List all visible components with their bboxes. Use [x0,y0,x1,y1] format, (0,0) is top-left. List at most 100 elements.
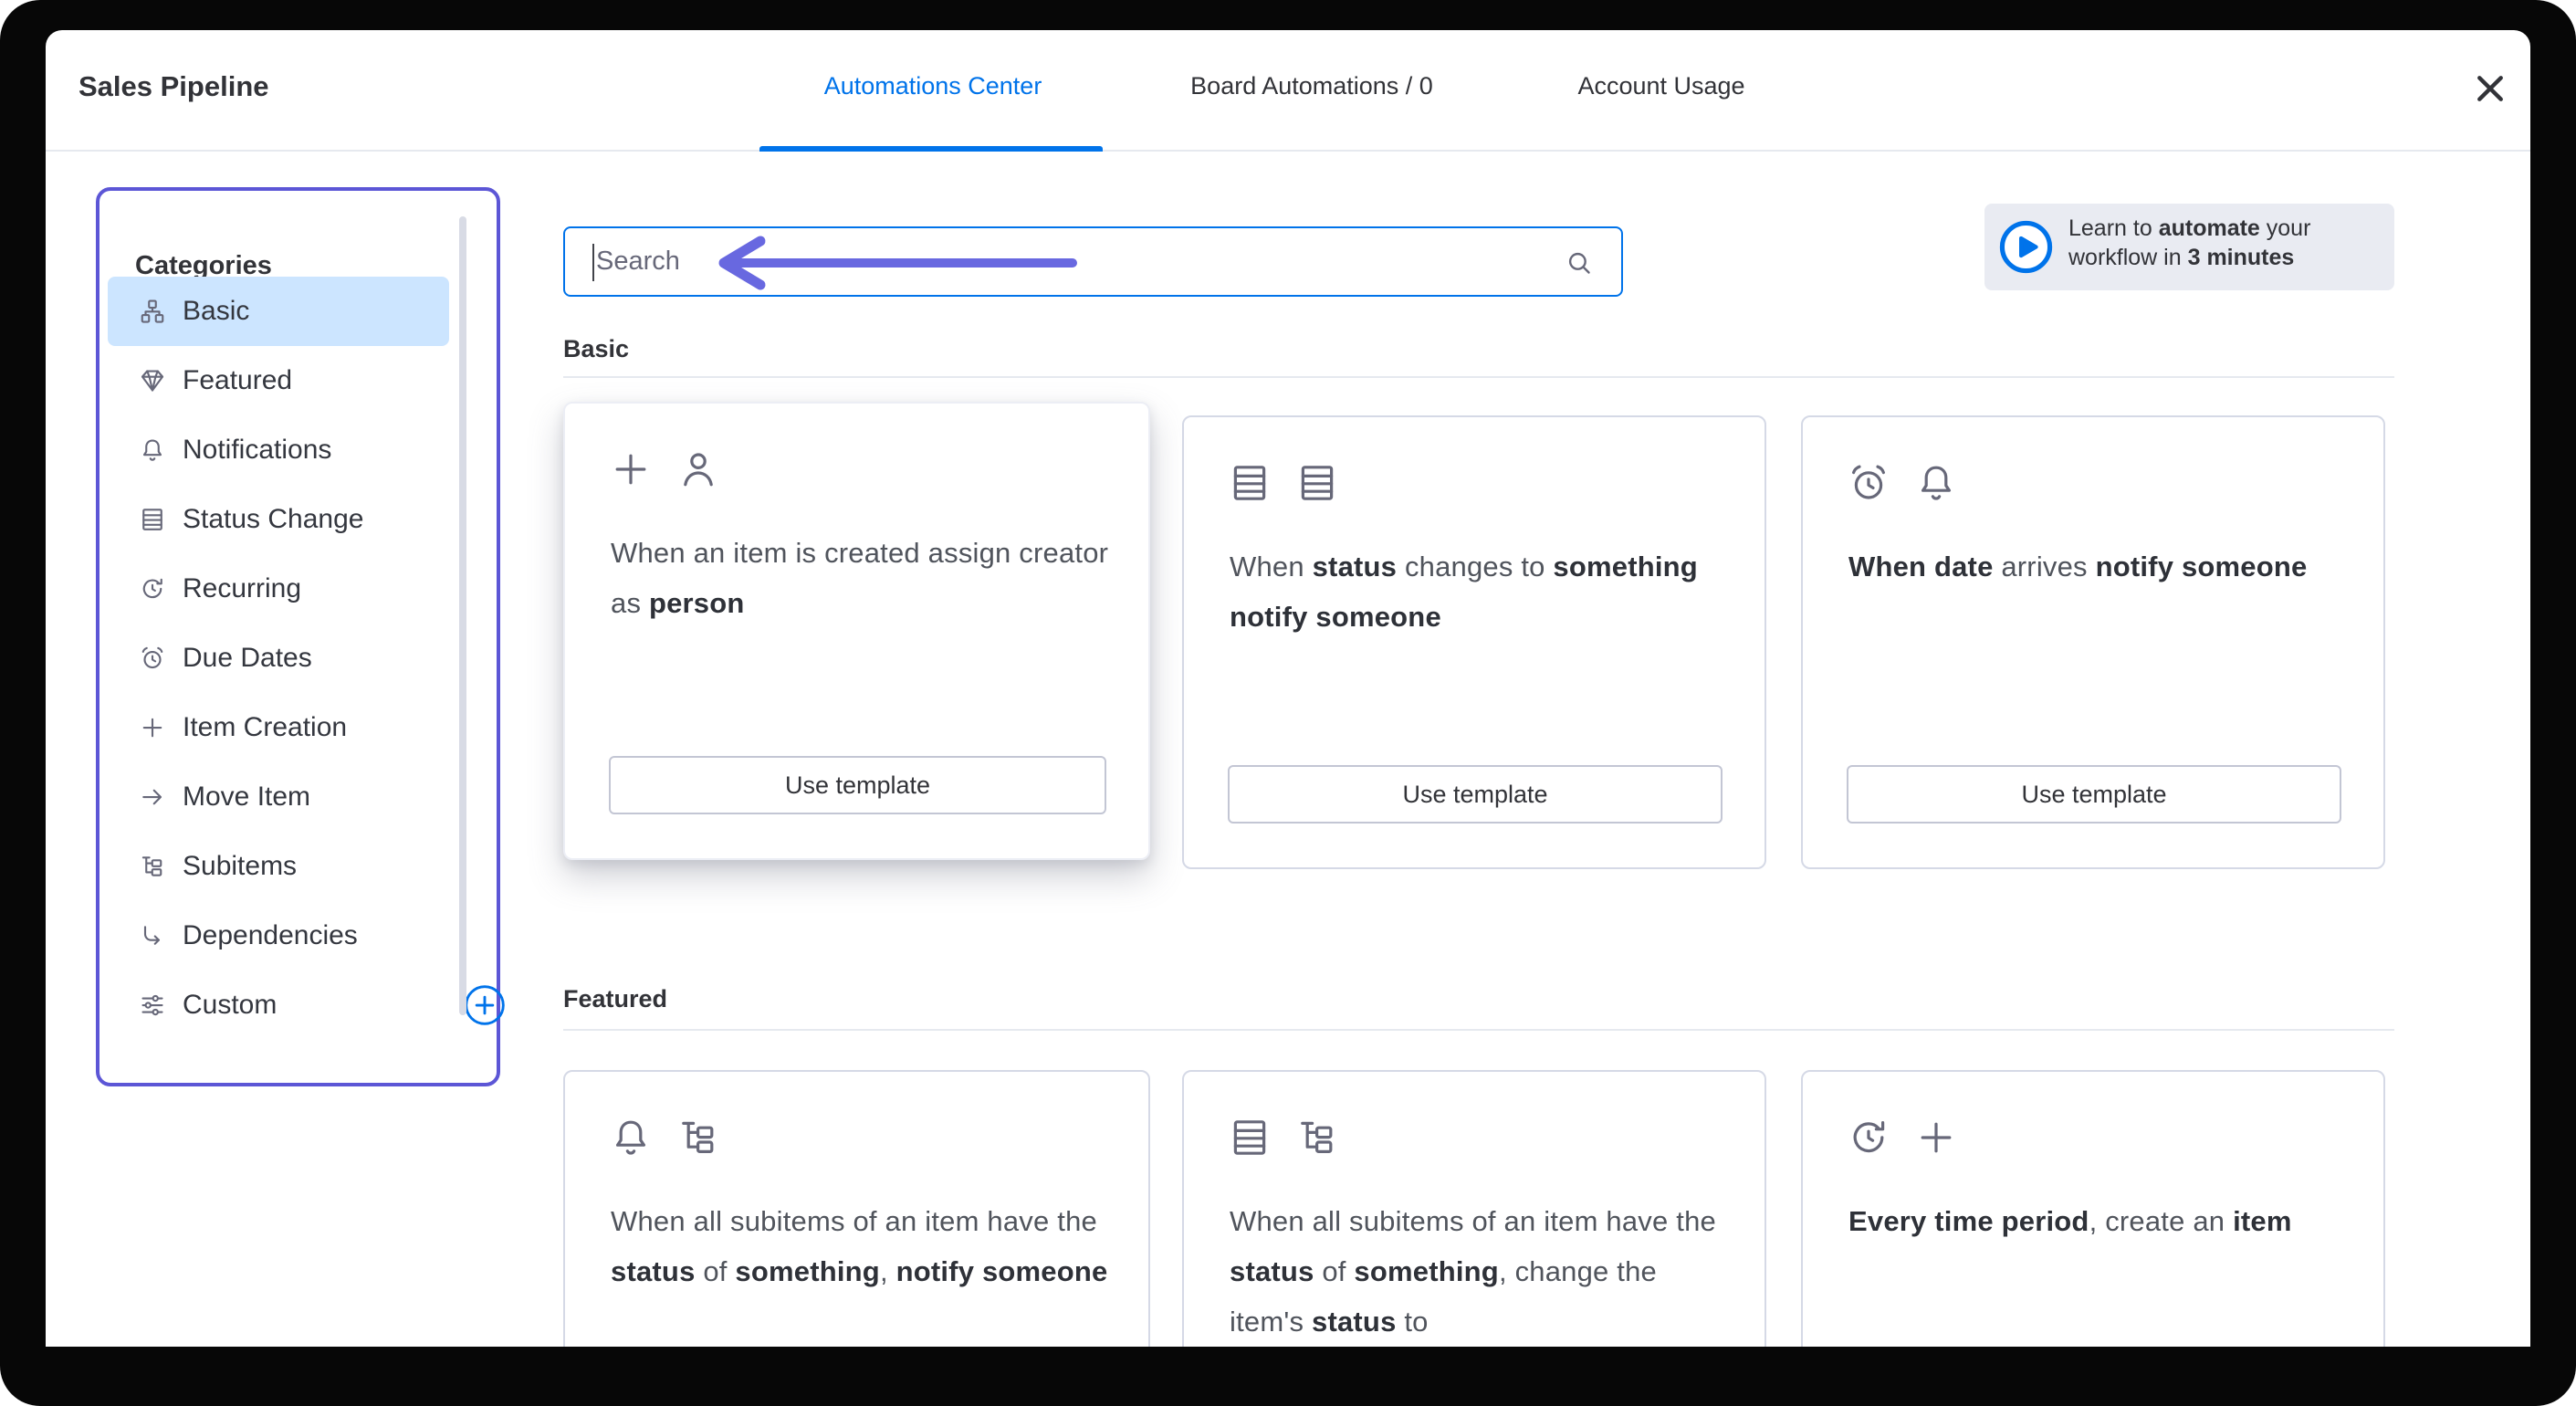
active-tab-underline [759,146,1103,152]
diamond-icon [139,367,166,394]
bell-icon [609,1116,653,1159]
use-template-button[interactable]: Use template [609,756,1106,814]
sidebar-item-featured[interactable]: Featured [108,346,449,415]
plus-icon [139,714,166,741]
card-text-segment: When date [1848,551,1994,582]
sidebar-scrollbar[interactable] [459,216,466,1015]
card-description: When date arrives notify someone [1848,541,2352,592]
sidebar-item-label: Item Creation [183,712,348,742]
sidebar-item-label: Status Change [183,504,364,534]
recurring-icon [1847,1116,1890,1159]
card-text-segment: something [735,1255,880,1287]
bell-icon [139,436,166,464]
sidebar-item-dependencies[interactable]: Dependencies [108,901,449,971]
tab-board-automations-0[interactable]: Board Automations / 0 [1190,72,1433,100]
alarm-icon [139,645,166,672]
tab-account-usage[interactable]: Account Usage [1577,72,1744,100]
tab-automations-center[interactable]: Automations Center [824,72,1042,100]
header-divider [46,150,2530,152]
card-description: When an item is created assign creator a… [611,528,1115,628]
card-text-segment: status [1230,1255,1314,1287]
sidebar-item-label: Move Item [183,782,311,812]
card-text-segment: person [648,587,745,619]
sidebar-item-label: Featured [183,365,293,395]
table-icon [1295,461,1339,505]
subitems-icon [139,853,166,880]
automations-modal: Sales Pipeline Automations Center Board A… [46,30,2530,1347]
card-description: When all subitems of an item have the st… [1230,1196,1733,1347]
text-caret [592,244,594,281]
card-icons [1228,1116,1339,1159]
card-text-segment: notify someone [895,1255,1108,1287]
close-button[interactable] [2470,68,2510,109]
section-title-featured: Featured [563,985,668,1013]
template-card-basic-1[interactable]: When an item is created assign creator a… [563,402,1150,860]
card-text-segment: item [2233,1205,2292,1237]
sitemap-icon [139,298,166,325]
subitems-icon [1295,1116,1339,1159]
card-text-segment: When [1230,551,1313,582]
card-icons [1847,461,1958,505]
card-text-segment: When all subitems of an item have the [1230,1205,1716,1237]
sidebar-item-item-creation[interactable]: Item Creation [108,693,449,762]
sidebar-item-label: Notifications [183,435,332,465]
play-icon[interactable] [1999,220,2053,274]
template-card-featured-3[interactable]: Every time period, create an item [1801,1070,2385,1347]
card-text-segment: status [1312,551,1398,582]
plus-icon [609,447,653,491]
table-icon [1228,1116,1272,1159]
screenshot-frame: Sales Pipeline Automations Center Board A… [0,0,2576,1406]
sidebar-item-due-dates[interactable]: Due Dates [108,624,449,693]
sidebar-list: Basic Featured Notifications Status Change R… [108,277,505,1040]
card-text-segment: status [1312,1306,1397,1338]
template-card-basic-2[interactable]: When status changes to something notify … [1182,415,1766,869]
arrow-right-icon [139,783,166,811]
learn-automate-banner[interactable]: Learn to automate your workflow in 3 min… [1984,204,2394,290]
card-text-segment: changes to [1397,551,1554,582]
card-icons [609,1116,720,1159]
sidebar-item-label: Recurring [183,573,302,603]
banner-text: Learn to automate your workflow in 3 min… [2068,214,2383,272]
template-card-basic-3[interactable]: When date arrives notify someone Use temp… [1801,415,2385,869]
card-icons [609,447,720,491]
subitems-icon [676,1116,720,1159]
sidebar-item-recurring[interactable]: Recurring [108,554,449,624]
use-template-button[interactable]: Use template [1847,765,2341,824]
person-icon [676,447,720,491]
bell-icon [1914,461,1958,505]
use-template-button[interactable]: Use template [1228,765,1723,824]
sidebar-item-move-item[interactable]: Move Item [108,762,449,832]
table-icon [1228,461,1272,505]
card-text-segment: of [695,1255,736,1287]
alarm-icon [1847,461,1890,505]
sidebar-item-label: Subitems [183,851,298,881]
section-divider [563,376,2394,378]
categories-sidebar: Categories Basic Featured Notifications Sta… [96,187,505,1086]
section-divider [563,1029,2394,1031]
add-category-button[interactable] [464,984,506,1026]
template-card-featured-1[interactable]: When all subitems of an item have the st… [563,1070,1150,1347]
sidebar-item-label: Custom [183,990,277,1020]
sidebar-item-label: Due Dates [183,643,312,673]
search-icon [1565,248,1594,278]
card-description: Every time period, create an item [1848,1196,2352,1246]
card-text-segment: , create an [2089,1205,2234,1237]
sidebar-item-label: Dependencies [183,920,358,950]
page-title: Sales Pipeline [79,70,269,102]
card-text-segment: arrives [1993,551,2096,582]
sidebar-item-notifications[interactable]: Notifications [108,415,449,485]
sidebar-item-basic[interactable]: Basic [108,277,449,346]
card-text-segment: something [1354,1255,1499,1287]
recurring-icon [139,575,166,603]
search-box [563,226,1623,297]
sidebar-item-custom[interactable]: Custom [108,971,505,1040]
section-title-basic: Basic [563,335,630,362]
template-card-featured-2[interactable]: When all subitems of an item have the st… [1182,1070,1766,1347]
card-description: When status changes to something notify … [1230,541,1733,642]
card-text-segment: Every time period [1848,1205,2089,1237]
sidebar-item-subitems[interactable]: Subitems [108,832,449,901]
banner-text-segment: automate [2158,215,2260,241]
search-input[interactable] [565,228,1621,295]
sidebar-item-label: Basic [183,296,250,326]
sidebar-item-status-change[interactable]: Status Change [108,485,449,554]
